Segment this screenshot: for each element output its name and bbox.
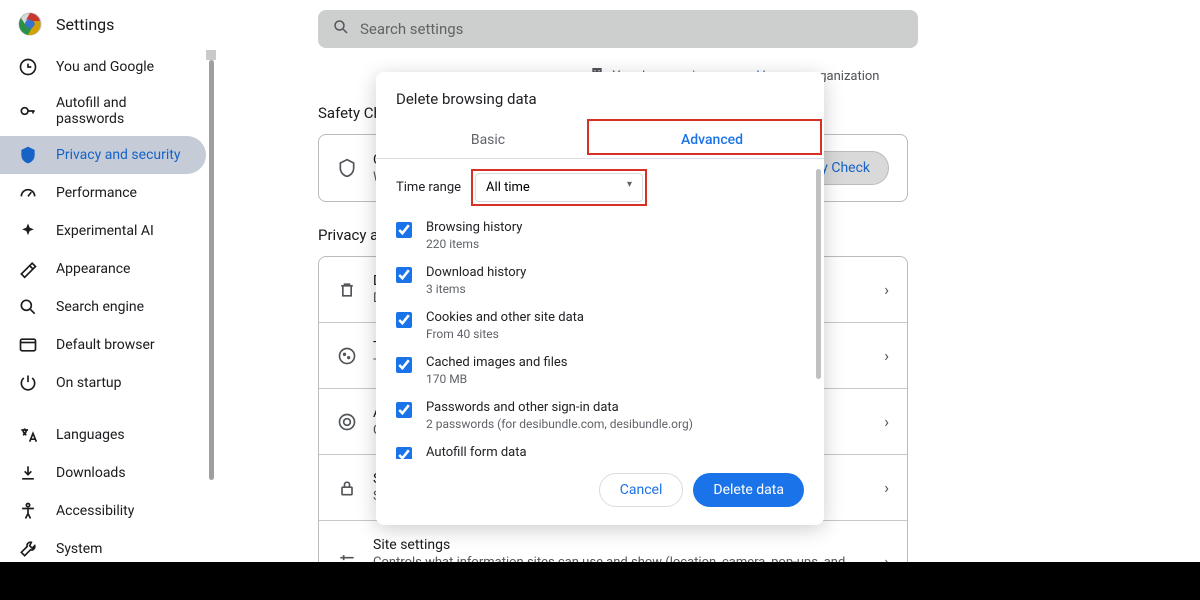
sidebar-item-accessibility[interactable]: Accessibility xyxy=(0,492,206,530)
checkbox-row-passwords[interactable]: Passwords and other sign-in data2 passwo… xyxy=(396,400,804,431)
accessibility-icon xyxy=(18,501,38,521)
sidebar-item-performance[interactable]: Performance xyxy=(0,174,206,212)
checkbox-passwords[interactable] xyxy=(396,402,412,418)
checkbox-row-browsing-history[interactable]: Browsing history220 items xyxy=(396,220,804,251)
sidebar-item-privacy[interactable]: Privacy and security xyxy=(0,136,206,174)
wrench-icon xyxy=(18,539,38,559)
search-icon xyxy=(18,297,38,317)
checkbox-cache[interactable] xyxy=(396,357,412,373)
sidebar-item-label: Autofill and passwords xyxy=(56,95,188,127)
dialog-actions: Cancel Delete data xyxy=(376,459,824,525)
time-range-select[interactable]: All time xyxy=(475,173,643,202)
sidebar-item-appearance[interactable]: Appearance xyxy=(0,250,206,288)
sparkle-icon xyxy=(18,221,38,241)
sidebar-item-label: Privacy and security xyxy=(56,147,180,163)
sidebar-item-experimental-ai[interactable]: Experimental AI xyxy=(0,212,206,250)
chevron-right-icon: › xyxy=(884,346,889,365)
chevron-right-icon: › xyxy=(884,412,889,431)
sidebar-item-you-and-google[interactable]: You and Google xyxy=(0,48,206,86)
translate-icon xyxy=(18,425,38,445)
tab-advanced[interactable]: Advanced xyxy=(600,122,824,158)
download-icon xyxy=(18,463,38,483)
sidebar-item-label: Performance xyxy=(56,185,137,201)
sidebar-item-label: On startup xyxy=(56,375,122,391)
delete-data-button[interactable]: Delete data xyxy=(693,473,804,507)
sidebar-item-system[interactable]: System xyxy=(0,530,206,562)
sidebar-item-autofill[interactable]: Autofill and passwords xyxy=(0,86,206,136)
checkbox-row-cache[interactable]: Cached images and files170 MB xyxy=(396,355,804,386)
time-range-label: Time range xyxy=(396,180,461,195)
sidebar-item-on-startup[interactable]: On startup xyxy=(0,364,206,402)
tab-basic[interactable]: Basic xyxy=(376,122,600,158)
sidebar-item-languages[interactable]: Languages xyxy=(0,416,206,454)
sidebar-item-label: Languages xyxy=(56,427,125,443)
checkbox-download-history[interactable] xyxy=(396,267,412,283)
ads-icon xyxy=(337,412,357,432)
sidebar-item-label: Appearance xyxy=(56,261,130,277)
palette-icon xyxy=(18,259,38,279)
search-settings-bar[interactable] xyxy=(318,10,918,48)
dialog-tabs: Basic Advanced xyxy=(376,122,824,159)
sidebar-item-label: System xyxy=(56,541,102,557)
browser-icon xyxy=(18,335,38,355)
google-g-icon xyxy=(18,57,38,77)
checkbox-browsing-history[interactable] xyxy=(396,222,412,238)
cancel-button[interactable]: Cancel xyxy=(599,473,684,507)
sidebar-item-label: Default browser xyxy=(56,337,155,353)
chevron-right-icon: › xyxy=(884,552,889,563)
shield-icon xyxy=(18,145,38,165)
sidebar-item-label: You and Google xyxy=(56,59,154,75)
power-icon xyxy=(18,373,38,393)
sidebar-item-label: Downloads xyxy=(56,465,126,481)
dialog-body: Time range All time Browsing history220 … xyxy=(376,159,824,459)
checkbox-cookies[interactable] xyxy=(396,312,412,328)
sidebar-scrollbar[interactable] xyxy=(206,50,216,560)
checkbox-row-cookies[interactable]: Cookies and other site dataFrom 40 sites xyxy=(396,310,804,341)
chevron-right-icon: › xyxy=(884,478,889,497)
search-icon xyxy=(332,18,350,40)
search-settings-input[interactable] xyxy=(360,20,904,38)
sidebar-item-search-engine[interactable]: Search engine xyxy=(0,288,206,326)
delete-browsing-data-dialog: Delete browsing data Basic Advanced Time… xyxy=(376,72,824,525)
sidebar-item-label: Search engine xyxy=(56,299,144,315)
checkbox-row-autofill[interactable]: Autofill form data xyxy=(396,445,804,459)
trash-icon xyxy=(337,280,357,300)
sidebar-item-label: Experimental AI xyxy=(56,223,154,239)
cookie-icon xyxy=(337,346,357,366)
dialog-scrollbar[interactable] xyxy=(814,159,822,439)
checkbox-autofill[interactable] xyxy=(396,447,412,459)
chevron-right-icon: › xyxy=(884,280,889,299)
sidebar-item-label: Accessibility xyxy=(56,503,134,519)
key-icon xyxy=(18,101,38,121)
dialog-title: Delete browsing data xyxy=(376,72,824,122)
chrome-logo-icon xyxy=(18,12,42,36)
sidebar-item-downloads[interactable]: Downloads xyxy=(0,454,206,492)
sidebar: You and Google Autofill and passwords Pr… xyxy=(0,48,218,562)
checkbox-row-download-history[interactable]: Download history3 items xyxy=(396,265,804,296)
speedometer-icon xyxy=(18,183,38,203)
page-title: Settings xyxy=(56,15,114,34)
tune-icon xyxy=(337,551,357,562)
header: Settings xyxy=(0,0,1200,48)
lock-icon xyxy=(337,478,357,498)
privacy-row[interactable]: Site settingsControls what information s… xyxy=(319,520,907,562)
sidebar-item-default-browser[interactable]: Default browser xyxy=(0,326,206,364)
shield-check-icon xyxy=(337,158,357,178)
